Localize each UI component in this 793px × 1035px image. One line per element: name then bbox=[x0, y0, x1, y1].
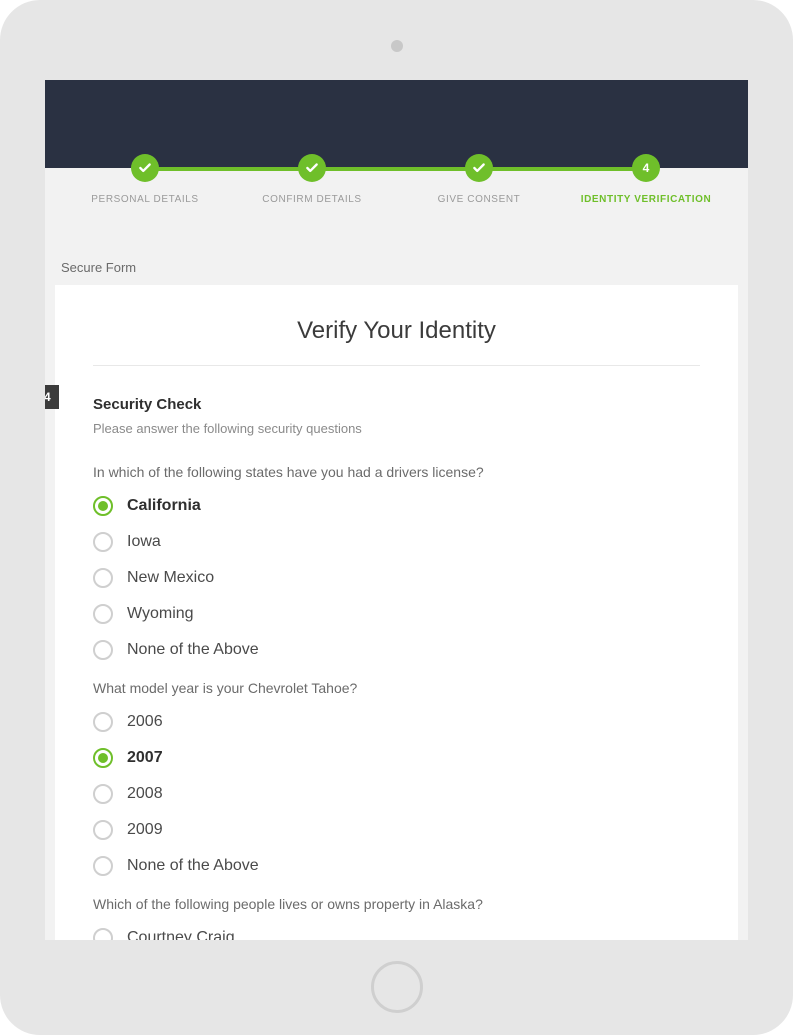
radio-option[interactable]: None of the Above bbox=[93, 856, 700, 876]
radio-option[interactable]: Courtney Craig bbox=[93, 928, 700, 940]
radio-icon bbox=[93, 820, 113, 840]
option-label: None of the Above bbox=[127, 857, 259, 875]
section-title: Security Check bbox=[93, 396, 700, 413]
home-button[interactable] bbox=[371, 961, 423, 1013]
radio-option[interactable]: 2009 bbox=[93, 820, 700, 840]
step-number: 4 bbox=[643, 161, 650, 175]
question-text: Which of the following people lives or o… bbox=[93, 896, 700, 912]
step-give-consent[interactable]: GIVE CONSENT bbox=[399, 154, 559, 205]
question-block: Which of the following people lives or o… bbox=[93, 896, 700, 940]
step-label: GIVE CONSENT bbox=[399, 194, 559, 205]
radio-option[interactable]: New Mexico bbox=[93, 568, 700, 588]
radio-icon bbox=[93, 568, 113, 588]
progress-stepper: PERSONAL DETAILS CONFIRM DETAILS GIVE CO… bbox=[45, 154, 748, 226]
section-description: Please answer the following security que… bbox=[93, 421, 700, 436]
radio-icon bbox=[93, 496, 113, 516]
check-icon bbox=[465, 154, 493, 182]
radio-icon bbox=[93, 748, 113, 768]
option-label: 2008 bbox=[127, 785, 163, 803]
question-text: In which of the following states have yo… bbox=[93, 464, 700, 480]
step-label: CONFIRM DETAILS bbox=[232, 194, 392, 205]
radio-icon bbox=[93, 640, 113, 660]
card-title: Verify Your Identity bbox=[93, 317, 700, 366]
radio-icon bbox=[93, 712, 113, 732]
step-label: PERSONAL DETAILS bbox=[65, 194, 225, 205]
option-label: Wyoming bbox=[127, 605, 194, 623]
radio-option[interactable]: Wyoming bbox=[93, 604, 700, 624]
option-label: 2007 bbox=[127, 749, 163, 767]
radio-icon bbox=[93, 532, 113, 552]
timer-badge: 01:24 bbox=[45, 385, 59, 409]
radio-option[interactable]: Iowa bbox=[93, 532, 700, 552]
radio-icon bbox=[93, 784, 113, 804]
step-identity-verification[interactable]: 4 IDENTITY VERIFICATION bbox=[566, 154, 726, 205]
check-icon bbox=[131, 154, 159, 182]
question-block: In which of the following states have yo… bbox=[93, 464, 700, 660]
secure-form-label: Secure Form bbox=[61, 260, 748, 275]
form-card: 01:24 Verify Your Identity Security Chec… bbox=[55, 285, 738, 940]
step-confirm-details[interactable]: CONFIRM DETAILS bbox=[232, 154, 392, 205]
option-label: 2009 bbox=[127, 821, 163, 839]
step-number-badge: 4 bbox=[632, 154, 660, 182]
option-label: None of the Above bbox=[127, 641, 259, 659]
tablet-frame: PERSONAL DETAILS CONFIRM DETAILS GIVE CO… bbox=[0, 0, 793, 1035]
radio-icon bbox=[93, 928, 113, 940]
radio-option[interactable]: 2006 bbox=[93, 712, 700, 732]
question-text: What model year is your Chevrolet Tahoe? bbox=[93, 680, 700, 696]
radio-icon bbox=[93, 604, 113, 624]
radio-option[interactable]: 2007 bbox=[93, 748, 700, 768]
option-label: New Mexico bbox=[127, 569, 214, 587]
step-label: IDENTITY VERIFICATION bbox=[566, 194, 726, 205]
check-icon bbox=[298, 154, 326, 182]
questions-container: In which of the following states have yo… bbox=[93, 464, 700, 940]
option-label: California bbox=[127, 497, 201, 515]
camera-dot bbox=[391, 40, 403, 52]
radio-icon bbox=[93, 856, 113, 876]
option-label: 2006 bbox=[127, 713, 163, 731]
radio-option[interactable]: 2008 bbox=[93, 784, 700, 804]
step-personal-details[interactable]: PERSONAL DETAILS bbox=[65, 154, 225, 205]
app-screen: PERSONAL DETAILS CONFIRM DETAILS GIVE CO… bbox=[45, 80, 748, 940]
option-label: Iowa bbox=[127, 533, 161, 551]
question-block: What model year is your Chevrolet Tahoe?… bbox=[93, 680, 700, 876]
radio-option[interactable]: None of the Above bbox=[93, 640, 700, 660]
radio-option[interactable]: California bbox=[93, 496, 700, 516]
option-label: Courtney Craig bbox=[127, 929, 235, 940]
